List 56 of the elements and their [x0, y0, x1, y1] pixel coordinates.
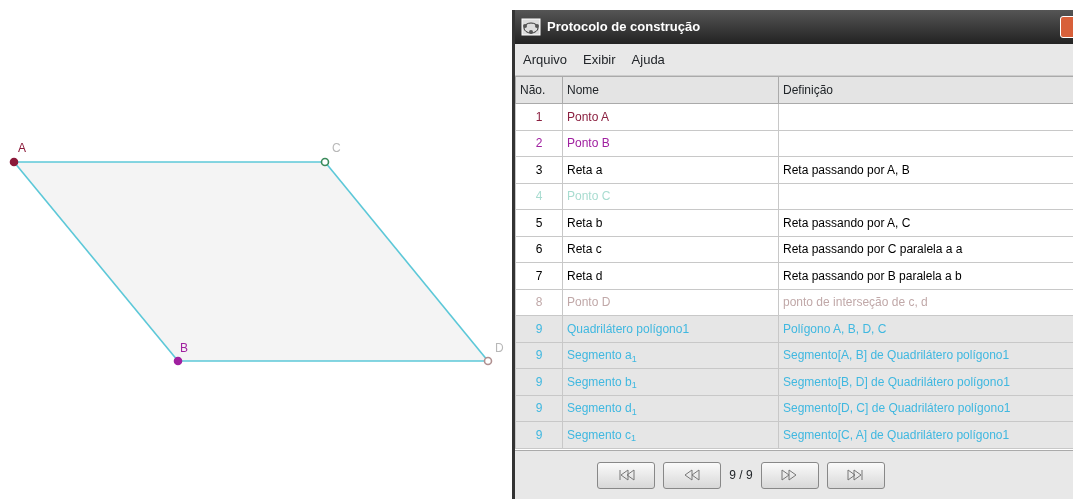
table-cell: 8	[515, 289, 563, 316]
table-cell: Reta passando por A, B	[778, 156, 1073, 183]
menu-item[interactable]: Exibir	[583, 49, 616, 70]
table-cell: 2	[515, 130, 563, 157]
last-icon	[846, 467, 866, 483]
table-cell: 4	[515, 183, 563, 210]
column-header[interactable]: Não.	[515, 76, 563, 104]
point-label: C	[332, 141, 341, 155]
table-cell: 7	[515, 262, 563, 289]
app-icon	[521, 18, 541, 36]
table-cell: 9	[515, 421, 563, 448]
table-cell: Ponto A	[562, 103, 779, 130]
table-cell: Segmento[C, A] de Quadrilátero polígono1	[778, 421, 1073, 448]
table-cell: Quadrilátero polígono1	[562, 315, 779, 342]
table-cell: Reta passando por B paralela a b	[778, 262, 1073, 289]
column-header[interactable]: Nome	[562, 76, 779, 104]
first-icon	[616, 467, 636, 483]
position-label: 9 / 9	[729, 467, 753, 484]
table-cell: Reta passando por C paralela a a	[778, 236, 1073, 263]
next-button[interactable]	[760, 461, 819, 489]
table-cell: Segmento d$_{1}$	[562, 395, 779, 422]
table-cell: 3	[515, 156, 563, 183]
table-cell: Reta passando por A, C	[778, 209, 1073, 236]
table-cell: 9	[515, 395, 563, 422]
table-cell: ponto de interseção de c, d	[778, 289, 1073, 316]
table-cell: Polígono A, B, D, C	[778, 315, 1073, 342]
point-label: A	[18, 141, 26, 155]
table-cell: Segmento b$_{1}$	[562, 368, 779, 395]
window-title: Protocolo de construção	[547, 18, 701, 37]
first-button[interactable]	[597, 461, 656, 489]
table-cell: 9	[515, 342, 563, 369]
table-cell: 6	[515, 236, 563, 263]
table-cell: Segmento[A, B] de Quadrilátero polígono1	[778, 342, 1073, 369]
table-cell: Segmento[B, D] de Quadrilátero polígono1	[778, 368, 1073, 395]
point-label: B	[180, 341, 188, 355]
table-cell: Reta c	[562, 236, 779, 263]
table-cell: 9	[515, 368, 563, 395]
table-cell: Reta b	[562, 209, 779, 236]
previous-button[interactable]	[663, 461, 722, 489]
table-cell: 1	[515, 103, 563, 130]
table-cell: Ponto C	[562, 183, 779, 210]
menu-item[interactable]: Arquivo	[523, 49, 568, 70]
table-cell: 9	[515, 315, 563, 342]
menu-item[interactable]: Ajuda	[631, 49, 665, 70]
table-cell: Segmento c$_{1}$	[562, 421, 779, 448]
last-button[interactable]	[826, 461, 885, 489]
table-cell: Reta d	[562, 262, 779, 289]
table-cell: Ponto D	[562, 289, 779, 316]
table-cell: Ponto B	[562, 130, 779, 157]
column-header[interactable]: Definição	[778, 76, 1073, 104]
table-cell: Segmento a$_{1}$	[562, 342, 779, 369]
table-cell: Segmento[D, C] de Quadrilátero polígono1	[778, 395, 1073, 422]
previous-icon	[682, 467, 702, 483]
point-label: D	[495, 341, 504, 355]
table-cell: 5	[515, 209, 563, 236]
table-cell: Reta a	[562, 156, 779, 183]
